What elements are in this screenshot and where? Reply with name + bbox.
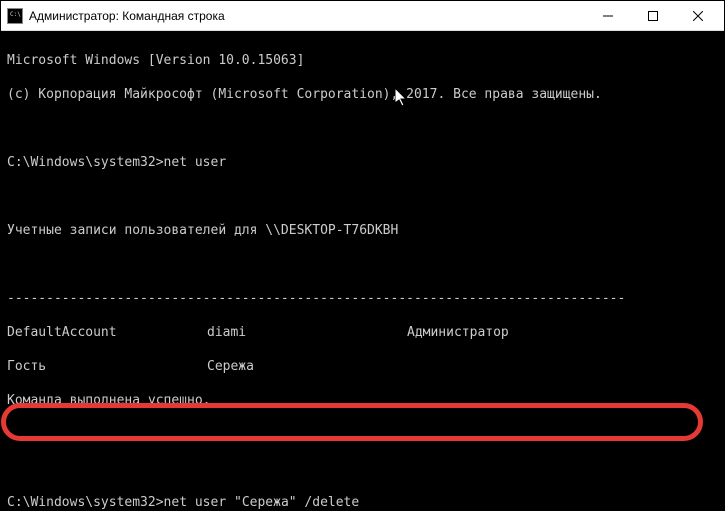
blank-line xyxy=(7,188,718,205)
blank-line xyxy=(7,426,718,443)
prompt-line-1: C:\Windows\system32>net user xyxy=(7,154,718,171)
prompt-line-2: C:\Windows\system32>net user "Сережа" /d… xyxy=(7,494,718,510)
prompt: C:\Windows\system32> xyxy=(7,494,164,510)
window-controls xyxy=(585,1,720,30)
terminal-output[interactable]: Microsoft Windows [Version 10.0.15063] (… xyxy=(1,31,724,510)
version-line: Microsoft Windows [Version 10.0.15063] xyxy=(7,52,718,69)
user-cell: Администратор xyxy=(407,324,718,341)
maximize-button[interactable] xyxy=(630,1,675,30)
window-title: Администратор: Командная строка xyxy=(29,9,585,23)
user-row: ГостьСережа xyxy=(7,358,718,375)
user-cell: Сережа xyxy=(207,358,718,375)
command-2: net user "Сережа" /delete xyxy=(164,494,360,510)
blank-line xyxy=(7,460,718,477)
user-cell: diami xyxy=(207,324,407,341)
user-cell: Гость xyxy=(7,358,207,375)
close-button[interactable] xyxy=(675,1,720,30)
cmd-icon xyxy=(7,8,23,24)
user-row: DefaultAccountdiamiАдминистратор xyxy=(7,324,718,341)
blank-line xyxy=(7,120,718,137)
copyright-line: (c) Корпорация Майкрософт (Microsoft Cor… xyxy=(7,86,718,103)
minimize-button[interactable] xyxy=(585,1,630,30)
command-1: net user xyxy=(164,154,227,171)
user-cell: DefaultAccount xyxy=(7,324,207,341)
done-line: Команда выполнена успешно. xyxy=(7,392,718,409)
accounts-header: Учетные записи пользователей для \\DESKT… xyxy=(7,222,718,239)
blank-line xyxy=(7,256,718,273)
titlebar: Администратор: Командная строка xyxy=(1,1,724,31)
divider: ----------------------------------------… xyxy=(7,290,718,307)
prompt: C:\Windows\system32> xyxy=(7,154,164,171)
